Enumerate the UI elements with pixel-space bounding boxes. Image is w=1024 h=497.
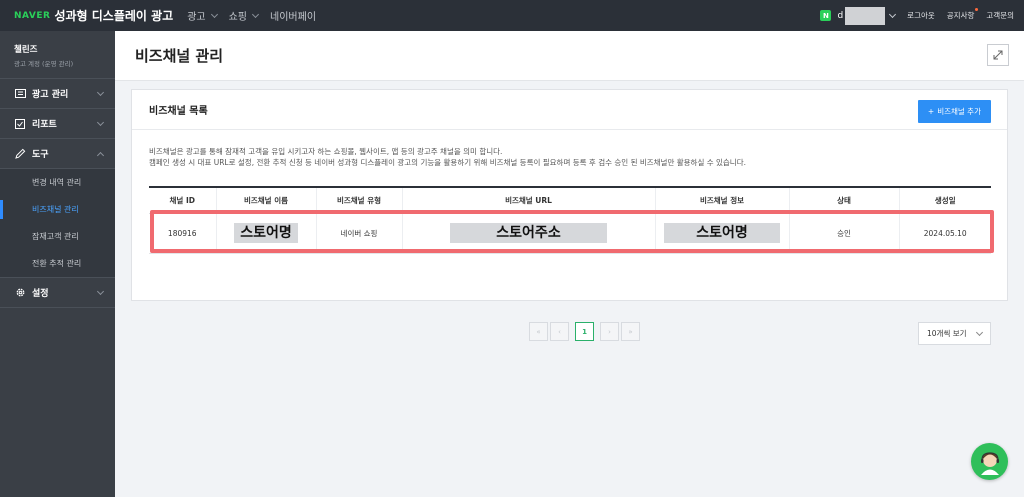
sidebar-item-conversion[interactable]: 전환 추적 관리 [0, 250, 115, 277]
col-channel-info[interactable]: 비즈채널 정보 [654, 187, 789, 214]
per-page-select[interactable]: 10개씩 보기 [918, 322, 991, 345]
table-row[interactable]: 180916 스토어명 네이버 쇼핑 스토어주소 스토어명 승인 2024.05… [149, 213, 991, 254]
naver-n-icon: N [820, 10, 832, 21]
sidebar-section-report[interactable]: 리포트 [0, 109, 115, 139]
col-channel-type[interactable]: 비즈채널 유형 [315, 187, 402, 214]
naver-logo[interactable]: NAVER [14, 11, 50, 21]
chevron-down-icon [96, 88, 105, 96]
cell-created: 2024.05.10 [898, 213, 991, 254]
col-status[interactable]: 상태 [788, 187, 899, 214]
gear-icon [14, 288, 26, 298]
col-channel-name[interactable]: 비즈채널 이름 [215, 187, 316, 214]
cell-channel-url[interactable]: 스토어주소 [401, 213, 655, 254]
notice-link[interactable]: 공지사항 [947, 8, 979, 21]
chevron-left-icon: ‹ [558, 327, 561, 336]
top-right: N d 로그아웃 공지사항 고객문의 [820, 6, 1014, 25]
user-prefix: d [837, 10, 844, 21]
chevron-down-icon [975, 328, 984, 336]
chevron-down-icon [889, 10, 897, 18]
card-description: 비즈채널은 광고를 통해 잠재적 고객을 유입 시키고자 하는 쇼핑몰, 웹사이… [149, 147, 746, 167]
account-info[interactable]: 첼린즈 광고 계정 (운영 관리) [0, 31, 115, 79]
pagination: « ‹ 1 › » [529, 322, 640, 341]
page-title: 비즈채널 관리 [135, 47, 224, 65]
bizchannel-table: 채널 ID 비즈채널 이름 비즈채널 유형 비즈채널 URL 비즈채널 정보 상… [149, 186, 991, 254]
sidebar-item-bizchannel[interactable]: 비즈채널 관리 [0, 196, 115, 223]
user-id-mask [845, 6, 886, 25]
expand-button[interactable] [987, 44, 1009, 66]
cell-channel-type: 네이버 쇼핑 [315, 213, 402, 254]
next-page-button[interactable]: › [600, 322, 619, 341]
cell-channel-name[interactable]: 스토어명 [215, 213, 316, 254]
nav-shopping[interactable]: 쇼핑 [229, 8, 260, 23]
first-page-button[interactable]: « [529, 322, 548, 341]
page-number[interactable]: 1 [575, 322, 594, 341]
agent-avatar-icon [980, 451, 999, 475]
main-content: 비즈채널 관리 비즈채널 목록 + 비즈채널 추가 비즈채널은 광고를 통해 잠… [115, 31, 1024, 497]
user-menu[interactable]: N d [820, 6, 897, 25]
bizchannel-list-card: 비즈채널 목록 + 비즈채널 추가 비즈채널은 광고를 통해 잠재적 고객을 유… [131, 89, 1008, 345]
sidebar: 첼린즈 광고 계정 (운영 관리) 광고 관리 리포트 도구 변경 내역 관리 … [0, 31, 115, 497]
support-link[interactable]: 고객문의 [986, 10, 1014, 21]
last-page-button[interactable]: » [621, 322, 640, 341]
col-channel-url[interactable]: 비즈채널 URL [401, 187, 655, 214]
chevron-down-icon [251, 10, 260, 18]
sidebar-item-audience[interactable]: 잠재고객 관리 [0, 223, 115, 250]
top-bar: NAVER 성과형 디스플레이 광고 광고 쇼핑 네이버페이 N d 로그아웃 … [0, 0, 1024, 31]
chevron-up-icon [96, 151, 105, 159]
masked-store-info: 스토어명 [664, 223, 780, 243]
prev-page-button[interactable]: ‹ [550, 322, 569, 341]
account-role: 광고 계정 (운영 관리) [14, 60, 74, 68]
card-title: 비즈채널 목록 [149, 106, 208, 117]
product-title[interactable]: 성과형 디스플레이 광고 [54, 7, 173, 24]
chevron-down-icon [96, 118, 105, 126]
ad-icon [14, 89, 26, 99]
sidebar-item-change-history[interactable]: 변경 내역 관리 [0, 169, 115, 196]
chat-support-button[interactable] [971, 443, 1008, 480]
double-chevron-right-icon: » [628, 327, 633, 336]
chevron-down-icon [210, 10, 218, 18]
sidebar-section-ad[interactable]: 광고 관리 [0, 79, 115, 109]
cell-status: 승인 [788, 213, 899, 254]
nav-naverpay[interactable]: 네이버페이 [270, 8, 316, 23]
expand-icon [993, 50, 1003, 60]
nav-ads[interactable]: 광고 [187, 8, 218, 23]
masked-store-url: 스토어주소 [450, 223, 607, 243]
pencil-icon [14, 148, 26, 159]
new-dot-icon [975, 8, 979, 11]
cell-channel-id: 180916 [149, 213, 216, 254]
account-name: 첼린즈 [14, 45, 38, 55]
sidebar-section-settings[interactable]: 설정 [0, 278, 115, 308]
chevron-down-icon [96, 287, 105, 295]
cell-channel-info: 스토어명 [654, 213, 789, 254]
chevron-right-icon: › [608, 327, 611, 336]
col-channel-id[interactable]: 채널 ID [149, 187, 216, 214]
col-created[interactable]: 생성일 [898, 187, 991, 214]
card-header: 비즈채널 목록 [132, 90, 1007, 130]
add-bizchannel-button[interactable]: + 비즈채널 추가 [917, 100, 991, 123]
report-icon [14, 118, 26, 129]
double-chevron-left-icon: « [536, 327, 541, 336]
table-header-row: 채널 ID 비즈채널 이름 비즈채널 유형 비즈채널 URL 비즈채널 정보 상… [149, 187, 991, 214]
page-header: 비즈채널 관리 [115, 31, 1024, 81]
plus-icon: + [927, 107, 935, 116]
top-nav: 광고 쇼핑 네이버페이 [187, 8, 316, 23]
masked-store-name: 스토어명 [234, 223, 298, 243]
sidebar-section-tools[interactable]: 도구 [0, 139, 115, 169]
tools-submenu: 변경 내역 관리 비즈채널 관리 잠재고객 관리 전환 추적 관리 [0, 169, 115, 278]
logout-link[interactable]: 로그아웃 [907, 10, 935, 21]
